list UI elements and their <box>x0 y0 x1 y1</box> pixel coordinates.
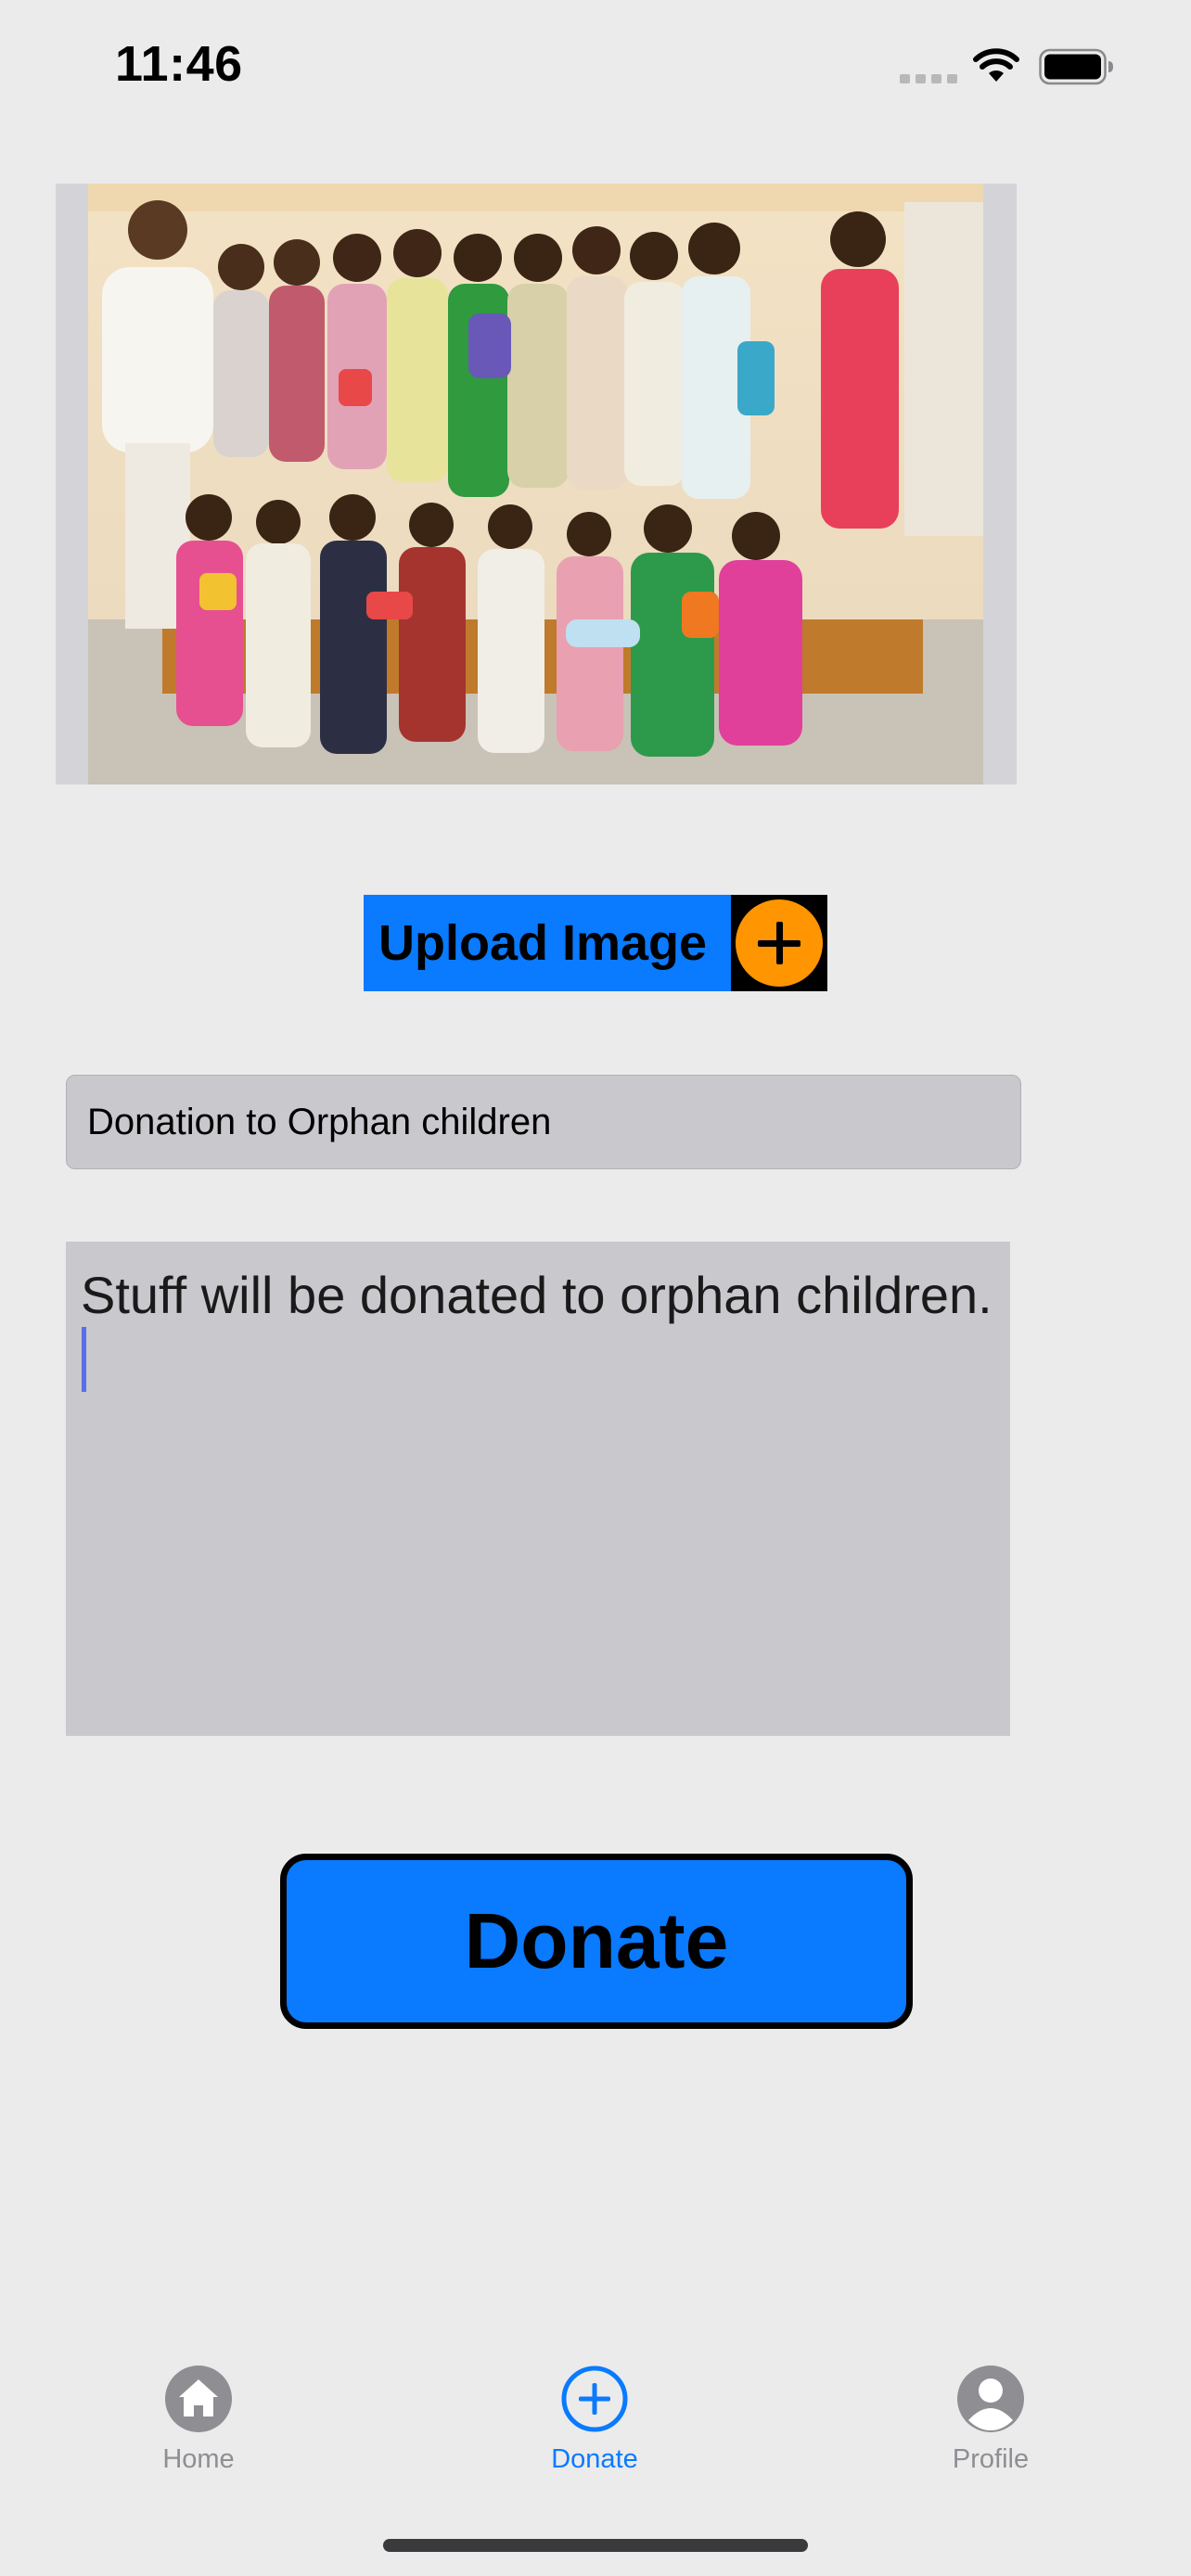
status-bar: 11:46 <box>0 0 1191 139</box>
status-time: 11:46 <box>115 36 243 92</box>
donation-image-preview <box>56 184 1017 784</box>
cellular-signal-icon <box>900 74 957 83</box>
description-text: Stuff will be donated to orphan children… <box>81 1266 992 1324</box>
battery-icon <box>1039 48 1113 85</box>
tab-home[interactable]: Home <box>78 2337 319 2485</box>
tab-donate[interactable]: Donate <box>474 2337 715 2485</box>
donation-title-field[interactable] <box>66 1075 1021 1169</box>
tab-profile-label: Profile <box>952 2444 1030 2474</box>
text-cursor <box>82 1327 86 1392</box>
upload-image-button[interactable]: Upload Image <box>364 895 827 991</box>
plus-circle-icon <box>736 899 823 987</box>
tab-home-label: Home <box>162 2444 235 2474</box>
tab-bar: Home Donate Profile <box>0 2337 1191 2485</box>
person-circle-icon <box>957 2366 1024 2432</box>
home-indicator <box>383 2539 808 2552</box>
donate-button[interactable]: Donate <box>280 1854 913 2029</box>
tab-profile[interactable]: Profile <box>870 2337 1111 2485</box>
donation-photo <box>88 184 983 784</box>
wifi-icon <box>973 48 1019 82</box>
tab-donate-label: Donate <box>551 2444 638 2474</box>
donation-description-field[interactable]: Stuff will be donated to orphan children… <box>66 1242 1010 1736</box>
upload-image-label: Upload Image <box>378 915 708 971</box>
house-icon <box>165 2366 232 2432</box>
upload-plus-container <box>731 895 827 991</box>
plus-circle-icon <box>561 2366 628 2432</box>
